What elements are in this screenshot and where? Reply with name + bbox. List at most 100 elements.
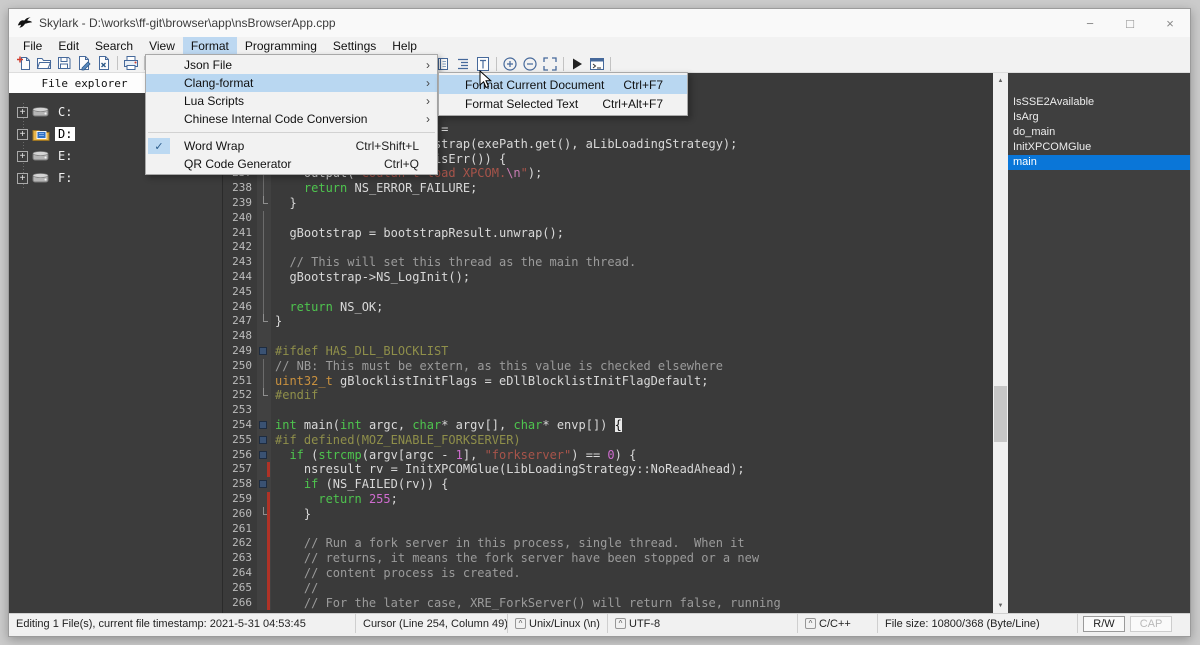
line-number[interactable]: 262 bbox=[223, 536, 257, 551]
line-number[interactable]: 242 bbox=[223, 240, 257, 255]
symbol-item-isarg[interactable]: IsArg bbox=[1008, 110, 1190, 125]
line-number[interactable]: 239 bbox=[223, 196, 257, 211]
close-file-icon[interactable] bbox=[94, 55, 114, 72]
new-file-icon[interactable] bbox=[14, 55, 34, 72]
line-number[interactable]: 240 bbox=[223, 211, 257, 226]
run-icon[interactable] bbox=[567, 55, 587, 72]
line-number[interactable]: 263 bbox=[223, 551, 257, 566]
fullscreen-icon[interactable] bbox=[540, 55, 560, 72]
menu-view[interactable]: View bbox=[141, 37, 183, 54]
code-line[interactable]: 258 if (NS_FAILED(rv)) { bbox=[223, 477, 993, 492]
line-number[interactable]: 253 bbox=[223, 403, 257, 418]
open-folder-icon[interactable] bbox=[34, 55, 54, 72]
code-line[interactable]: 245 bbox=[223, 284, 993, 300]
code-line[interactable]: 265 // bbox=[223, 580, 993, 596]
symbol-item-main[interactable]: main bbox=[1008, 155, 1190, 170]
code-line[interactable]: 244 gBootstrap->NS_LogInit(); bbox=[223, 269, 993, 285]
symbol-item-initxpcomglue[interactable]: InitXPCOMGlue bbox=[1008, 140, 1190, 155]
code-line[interactable]: 240 bbox=[223, 210, 993, 226]
menu-help[interactable]: Help bbox=[384, 37, 425, 54]
code-line[interactable]: 263 // returns, it means the fork server… bbox=[223, 551, 993, 566]
readwrite-toggle[interactable]: R/W bbox=[1083, 615, 1125, 632]
code-line[interactable]: 248 bbox=[223, 329, 993, 344]
code-line[interactable]: 246 return NS_OK; bbox=[223, 299, 993, 315]
print-icon[interactable] bbox=[121, 55, 141, 72]
scroll-down-arrow-icon[interactable]: ▼ bbox=[993, 598, 1008, 613]
line-number[interactable]: 264 bbox=[223, 566, 257, 581]
zoom-out-icon[interactable] bbox=[520, 55, 540, 72]
line-number[interactable]: 245 bbox=[223, 285, 257, 300]
line-number[interactable]: 246 bbox=[223, 300, 257, 315]
code-line[interactable]: 257 nsresult rv = InitXPCOMGlue(LibLoadi… bbox=[223, 462, 993, 478]
maximize-button[interactable]: □ bbox=[1110, 9, 1150, 37]
submenu-item-format-selected-text[interactable]: Format Selected Text Ctrl+Alt+F7 bbox=[439, 94, 687, 113]
line-number[interactable]: 261 bbox=[223, 522, 257, 537]
code-line[interactable]: 241 gBootstrap = bootstrapResult.unwrap(… bbox=[223, 225, 993, 241]
code-line[interactable]: 242 bbox=[223, 240, 993, 256]
terminal-icon[interactable] bbox=[587, 55, 607, 72]
code-line[interactable]: 247} bbox=[223, 314, 993, 330]
line-number[interactable]: 256 bbox=[223, 448, 257, 463]
menu-file[interactable]: File bbox=[15, 37, 50, 54]
menu-item-lua-scripts[interactable]: Lua Scripts › bbox=[146, 92, 437, 110]
line-number[interactable]: 243 bbox=[223, 255, 257, 270]
line-number[interactable]: 260 bbox=[223, 507, 257, 522]
line-number[interactable]: 252 bbox=[223, 388, 257, 403]
code-line[interactable]: 264 // content process is created. bbox=[223, 565, 993, 581]
menu-edit[interactable]: Edit bbox=[50, 37, 87, 54]
menu-item-word-wrap[interactable]: ✓ Word Wrap Ctrl+Shift+L bbox=[146, 137, 437, 155]
tab-file-explorer[interactable]: File explorer bbox=[9, 73, 161, 93]
scroll-up-arrow-icon[interactable]: ▲ bbox=[993, 73, 1008, 88]
code-line[interactable]: 239 } bbox=[223, 195, 993, 211]
code-line[interactable]: 254 int main(int argc, char* argv[], char… bbox=[223, 417, 993, 433]
code-line[interactable]: 259 return 255; bbox=[223, 491, 993, 507]
fold-box-icon[interactable] bbox=[259, 450, 267, 459]
code-line[interactable]: 252 #endif bbox=[223, 388, 993, 404]
menu-item-qr-code-generator[interactable]: QR Code Generator Ctrl+Q bbox=[146, 155, 437, 173]
menu-programming[interactable]: Programming bbox=[237, 37, 325, 54]
symbol-item-do_main[interactable]: do_main bbox=[1008, 125, 1190, 140]
line-number[interactable]: 248 bbox=[223, 329, 257, 344]
code-line[interactable]: 256 if (strcmp(argv[argc - 1], "forkserv… bbox=[223, 447, 993, 463]
expand-plus-icon[interactable]: + bbox=[17, 106, 28, 118]
line-number[interactable]: 258 bbox=[223, 477, 257, 492]
line-number[interactable]: 247 bbox=[223, 314, 257, 329]
scrollbar-thumb[interactable] bbox=[994, 386, 1007, 442]
line-number[interactable]: 257 bbox=[223, 462, 257, 477]
code-line[interactable]: 262 // Run a fork server in this process… bbox=[223, 536, 993, 552]
line-number[interactable]: 255 bbox=[223, 433, 257, 448]
line-number[interactable]: 238 bbox=[223, 181, 257, 196]
line-number[interactable]: 249 bbox=[223, 344, 257, 359]
menu-item-clang-format[interactable]: Clang-format › bbox=[146, 74, 437, 92]
save-as-icon[interactable] bbox=[74, 55, 94, 72]
indent-icon[interactable] bbox=[453, 55, 473, 72]
symbol-item-issse2available[interactable]: IsSSE2Available bbox=[1008, 95, 1190, 110]
zoom-in-icon[interactable] bbox=[500, 55, 520, 72]
code-line[interactable]: 238 return NS_ERROR_FAILURE; bbox=[223, 181, 993, 196]
fold-box-icon[interactable] bbox=[259, 346, 267, 355]
line-number[interactable]: 266 bbox=[223, 596, 257, 611]
line-number[interactable]: 259 bbox=[223, 492, 257, 507]
code-line[interactable]: 261 bbox=[223, 521, 993, 537]
line-number[interactable]: 265 bbox=[223, 581, 257, 596]
code-line[interactable]: 260 } bbox=[223, 506, 993, 522]
line-number[interactable]: 250 bbox=[223, 359, 257, 374]
minimize-button[interactable]: − bbox=[1070, 9, 1110, 37]
line-number[interactable]: 254 bbox=[223, 418, 257, 433]
line-number[interactable]: 251 bbox=[223, 374, 257, 389]
expand-plus-icon[interactable]: + bbox=[17, 150, 28, 162]
save-icon[interactable] bbox=[54, 55, 74, 72]
menu-item-chinese-internal-code-conversion[interactable]: Chinese Internal Code Conversion › bbox=[146, 110, 437, 128]
code-line[interactable]: 253 bbox=[223, 403, 993, 418]
code-line[interactable]: 255 #if defined(MOZ_ENABLE_FORKSERVER) bbox=[223, 432, 993, 448]
code-line[interactable]: 250 // NB: This must be extern, as this v… bbox=[223, 358, 993, 374]
line-number[interactable]: 244 bbox=[223, 270, 257, 285]
code-line[interactable]: 249 #ifdef HAS_DLL_BLOCKLIST bbox=[223, 343, 993, 359]
submenu-item-format-current-document[interactable]: Format Current Document Ctrl+F7 bbox=[439, 75, 687, 94]
code-line[interactable]: 251 uint32_t gBlocklistInitFlags = eDllBl… bbox=[223, 373, 993, 389]
expand-plus-icon[interactable]: + bbox=[17, 128, 28, 140]
menu-search[interactable]: Search bbox=[87, 37, 141, 54]
code-line[interactable]: 243 // This will set this thread as the … bbox=[223, 255, 993, 270]
menu-item-json-file[interactable]: Json File › bbox=[146, 56, 437, 74]
close-button[interactable]: × bbox=[1150, 9, 1190, 37]
